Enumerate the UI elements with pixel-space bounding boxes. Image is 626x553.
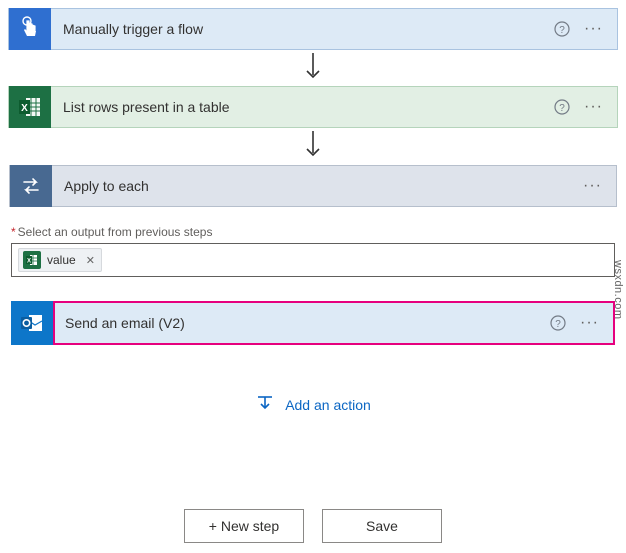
help-icon[interactable]: ? — [554, 21, 570, 37]
token-label: value — [47, 253, 76, 267]
excel-icon: X — [23, 251, 41, 269]
svg-text:?: ? — [555, 319, 561, 330]
save-button[interactable]: Save — [322, 509, 442, 543]
svg-text:?: ? — [559, 25, 565, 36]
apply-to-each-header[interactable]: Apply to each ··· — [9, 165, 617, 207]
apply-to-each-step: Apply to each ··· *Select an output from… — [8, 164, 618, 445]
add-action-button[interactable]: Add an action — [255, 393, 371, 416]
more-icon[interactable]: ··· — [584, 99, 603, 115]
trigger-title: Manually trigger a flow — [51, 21, 554, 37]
more-icon[interactable]: ··· — [583, 178, 602, 194]
outlook-step[interactable]: Send an email (V2) ? ··· — [11, 301, 615, 345]
apply-to-each-title: Apply to each — [52, 178, 583, 194]
help-icon[interactable]: ? — [550, 315, 566, 331]
more-icon[interactable]: ··· — [584, 21, 603, 37]
output-field-label: *Select an output from previous steps — [11, 225, 617, 239]
svg-text:?: ? — [559, 103, 565, 114]
connector-arrow — [8, 50, 618, 86]
excel-step[interactable]: X List rows present in a table ? ··· — [8, 86, 618, 128]
new-step-button[interactable]: + New step — [184, 509, 304, 543]
add-action-label: Add an action — [285, 397, 371, 413]
outlook-icon — [11, 301, 53, 345]
svg-text:X: X — [27, 259, 31, 265]
add-action-icon — [255, 393, 275, 416]
loop-icon — [10, 165, 52, 207]
touch-icon — [9, 8, 51, 50]
excel-title: List rows present in a table — [51, 99, 554, 115]
more-icon[interactable]: ··· — [580, 315, 599, 331]
excel-icon: X — [9, 86, 51, 128]
help-icon[interactable]: ? — [554, 99, 570, 115]
outlook-title: Send an email (V2) — [55, 315, 550, 331]
svg-text:X: X — [21, 103, 28, 114]
connector-arrow — [8, 128, 618, 164]
trigger-step[interactable]: Manually trigger a flow ? ··· — [8, 8, 618, 50]
token-remove-icon[interactable]: ✕ — [86, 254, 95, 267]
watermark-text: wsxdn.com — [612, 260, 624, 320]
output-field-input[interactable]: X value ✕ — [11, 243, 615, 277]
value-token-chip[interactable]: X value ✕ — [18, 248, 102, 272]
